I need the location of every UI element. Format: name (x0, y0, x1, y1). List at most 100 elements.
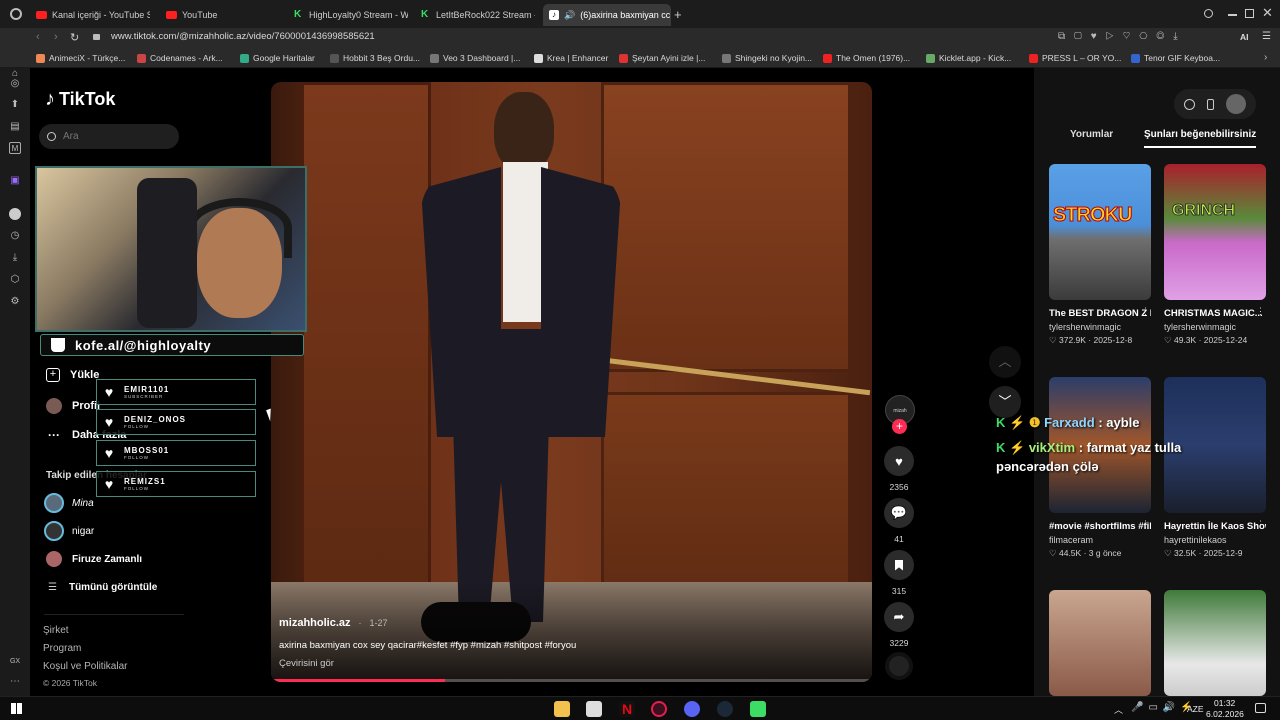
tab-tiktok-active[interactable]: ♪ 🔊 (6)axirina baxmiyan cc (543, 4, 671, 26)
downloads-icon[interactable]: ⤓ (9, 252, 21, 264)
bookmark-seytan[interactable]: Şeytan Ayini izle |... (619, 53, 705, 63)
video-author[interactable]: mizahholic.az · 1-27 (279, 617, 388, 629)
history-icon[interactable]: ◷ (9, 230, 21, 242)
share-button[interactable]: ➦ (884, 602, 914, 632)
gx-icon[interactable]: GX (9, 656, 21, 668)
comment-button[interactable]: 💬 (884, 498, 914, 528)
follow-plus-button[interactable]: + (892, 419, 907, 434)
extension-icons[interactable]: ⧉▢♥▷♡⎔◎⤓ (1058, 31, 1187, 42)
bookmarks-more-icon[interactable]: › (1264, 52, 1267, 63)
opera-logo-icon[interactable] (10, 8, 22, 20)
url-field[interactable]: www.tiktok.com/@mizahholic.az/video/7600… (111, 31, 375, 42)
suggested-video-card[interactable]: GRINCH CHRISTMAS MAGIC... ⋮ tylersherwin… (1164, 164, 1266, 346)
spotify-icon[interactable] (9, 208, 21, 220)
tray-chevron-icon[interactable]: ︿ (1114, 703, 1123, 716)
opera-sidebar: ⌂ ◎ ⬆ ▤ M ▣ ◷ ⤓ ⬡ ⚙ GX ⋯ (0, 68, 30, 696)
alert-username: DENIZ_ONOS (124, 415, 187, 424)
like-button[interactable]: ♥ (884, 446, 914, 476)
kick-app-icon[interactable] (750, 701, 766, 717)
new-tab-button[interactable]: + (674, 7, 682, 22)
search-input[interactable] (63, 131, 163, 142)
card-menu-icon[interactable]: ⋮ (1141, 306, 1150, 317)
netflix-icon[interactable]: N (619, 701, 635, 717)
tab-letitberock-stream[interactable]: K LetItBeRock022 Stream - (415, 4, 535, 26)
clock-date[interactable]: 6.02.2026 (1206, 709, 1244, 719)
footer-terms[interactable]: Koşul ve Politikalar (43, 661, 127, 672)
nav-profile[interactable]: Profil (46, 398, 100, 414)
bookmark-hobbit[interactable]: Hobbit 3 Beş Ordu... (330, 53, 420, 63)
compass-icon[interactable] (1184, 98, 1195, 110)
suggested-video-card[interactable]: STROKU The BEST DRAGON Z BALL... ⋮ tyler… (1049, 164, 1151, 346)
suggested-video-card[interactable] (1049, 590, 1151, 696)
footer-program[interactable]: Program (43, 643, 81, 654)
save-button[interactable] (884, 550, 914, 580)
alert-follow: ♥ DENIZ_ONOS FOLLOW (96, 409, 256, 435)
tab-youtube[interactable]: YouTube (160, 4, 280, 26)
bookmark-codenames[interactable]: Codenames - Ark... (137, 53, 223, 63)
ai-button[interactable]: AI (1240, 32, 1249, 42)
tools-icon[interactable]: ▤ (9, 121, 21, 133)
menu-icon[interactable]: ☰ (1262, 31, 1271, 42)
search-box[interactable] (39, 124, 179, 149)
bookmark-press-l[interactable]: PRESS L – OR YO... (1029, 53, 1121, 63)
forward-icon[interactable]: › (54, 31, 58, 43)
phone-icon[interactable] (1207, 98, 1214, 110)
translate-link[interactable]: Çevirisini gör (279, 658, 334, 669)
more-dots-icon[interactable]: ⋯ (9, 676, 21, 688)
card-menu-icon[interactable]: ⋮ (1256, 306, 1265, 317)
twitch-icon[interactable]: ▣ (9, 175, 21, 187)
bookmark-veo3[interactable]: Veo 3 Dashboard |... (430, 53, 520, 63)
settings-icon[interactable]: ⚙ (9, 296, 21, 308)
suggested-video-card[interactable] (1164, 590, 1266, 696)
restore-button[interactable] (1245, 9, 1254, 18)
keyboard-language[interactable]: AZE (1187, 704, 1204, 714)
bookmark-google-maps[interactable]: Google Haritalar (240, 53, 315, 63)
footer-company[interactable]: Şirket (43, 625, 69, 636)
following-item[interactable]: Firuze Zamanlı (46, 551, 142, 567)
avatar[interactable] (1226, 94, 1246, 114)
workspaces-icon[interactable]: ⬆ (9, 99, 21, 111)
tab-suggested[interactable]: Şunları beğenebilirsiniz (1144, 129, 1257, 148)
tab-comments[interactable]: Yorumlar (1070, 129, 1113, 140)
bookmark-omen[interactable]: The Omen (1976)... (823, 53, 910, 63)
reload-icon[interactable]: ↻ (70, 31, 79, 44)
m-icon[interactable]: M (9, 142, 21, 154)
clock-time[interactable]: 01:32 (1214, 698, 1235, 708)
tab-highloyalty-stream[interactable]: K HighLoyalty0 Stream - Wa (288, 4, 408, 26)
file-explorer-icon[interactable] (554, 701, 570, 717)
progress-track[interactable] (271, 679, 872, 682)
bookmark-shingeki[interactable]: Shingeki no Kyojin... (722, 53, 812, 63)
discord-icon[interactable] (684, 701, 700, 717)
speaker-icon[interactable]: 🔊 (564, 10, 575, 21)
close-window-button[interactable]: ✕ (1262, 5, 1273, 21)
bookmark-animecix[interactable]: AnimeciX - Türkçe... (36, 53, 125, 63)
cup-icon (51, 338, 65, 352)
bookmark-kicklet[interactable]: Kicklet.app - Kick... (926, 53, 1011, 63)
video-player[interactable]: mizahholic.az · 1-27 axirina baxmiyan co… (271, 82, 872, 682)
windows-start-icon[interactable] (11, 703, 22, 714)
nav-upload[interactable]: + Yükle (46, 368, 99, 382)
notifications-icon[interactable] (1255, 703, 1266, 713)
see-all-following[interactable]: ☰ Tümünü görüntüle (48, 582, 157, 593)
following-item[interactable]: nigar (44, 521, 94, 541)
kick-icon: K (294, 9, 302, 20)
card-menu-icon[interactable]: ⋮ (1256, 519, 1265, 530)
tiktok-logo[interactable]: ♪ TikTok (45, 88, 115, 111)
card-menu-icon[interactable]: ⋮ (1141, 519, 1150, 530)
bookmark-krea[interactable]: Krea | Enhancer (534, 53, 608, 63)
extensions-icon[interactable]: ⬡ (9, 274, 21, 286)
prev-video-button[interactable]: ︿ (989, 346, 1021, 378)
opera-gx-icon[interactable] (651, 701, 667, 717)
music-disc[interactable] (885, 652, 913, 680)
minimize-button[interactable] (1228, 14, 1237, 16)
search-tabs-icon[interactable] (1204, 9, 1213, 18)
next-video-button[interactable]: ﹀ (989, 386, 1021, 418)
back-icon[interactable]: ‹ (36, 31, 40, 43)
store-icon[interactable] (586, 701, 602, 717)
tab-youtube-studio[interactable]: Kanal içeriği - YouTube St (30, 4, 150, 26)
steam-icon[interactable] (717, 701, 733, 717)
heart-icon: ♥ (104, 414, 114, 430)
aria-icon[interactable]: ◎ (9, 78, 21, 90)
following-item[interactable]: Mina (44, 493, 94, 513)
bookmark-tenor[interactable]: Tenor GIF Keyboa... (1131, 53, 1220, 63)
